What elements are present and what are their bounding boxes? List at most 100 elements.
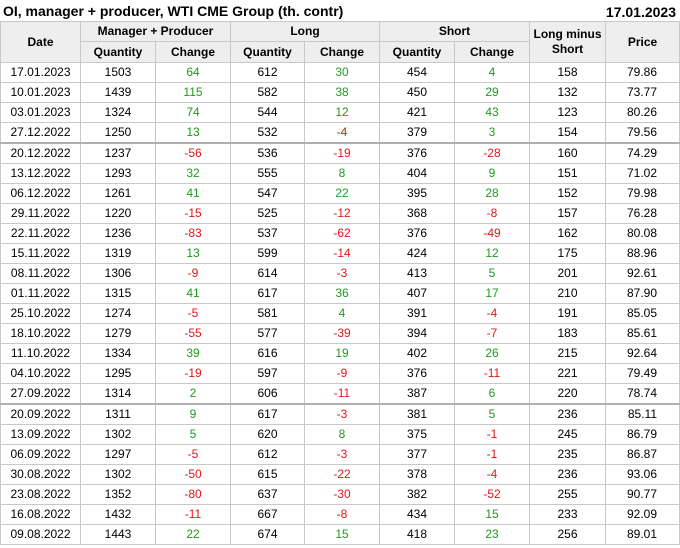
cell-mp-quantity: 1315 xyxy=(80,283,156,304)
cell-short-quantity: 387 xyxy=(379,383,456,405)
cell-short-change: 4 xyxy=(454,62,531,83)
header-short-change: Change xyxy=(454,41,531,63)
cell-long-change: 8 xyxy=(303,163,381,184)
cell-long-minus-short: 191 xyxy=(529,303,607,324)
cell-short-change: -1 xyxy=(454,444,531,465)
table-body: 17.01.2023 1503 64 612 30 454 4 158 79.86 10.01.2… xyxy=(0,62,680,545)
cell-long-change: -3 xyxy=(303,263,381,284)
table-row: 18.10.2022 1279 -55 577 -39 394 -7 183 85.61 xyxy=(0,323,680,344)
cell-short-quantity: 407 xyxy=(379,283,456,304)
cell-mp-quantity: 1274 xyxy=(80,303,156,324)
table-row: 30.08.2022 1302 -50 615 -22 378 -4 236 93.06 xyxy=(0,464,680,485)
table-row: 16.08.2022 1432 -11 667 -8 434 15 233 92.09 xyxy=(0,504,680,525)
cell-mp-change: -15 xyxy=(155,203,231,224)
cell-mp-quantity: 1295 xyxy=(80,363,156,384)
table-row: 06.09.2022 1297 -5 612 -3 377 -1 235 86.87 xyxy=(0,444,680,465)
cell-short-quantity: 382 xyxy=(379,484,456,505)
cell-price: 87.90 xyxy=(605,283,680,304)
cell-price: 78.74 xyxy=(605,383,680,405)
cell-price: 85.05 xyxy=(605,303,680,324)
cell-price: 89.01 xyxy=(605,524,680,545)
cell-long-minus-short: 201 xyxy=(529,263,607,284)
cell-long-change: -12 xyxy=(303,203,381,224)
cell-price: 93.06 xyxy=(605,464,680,485)
cell-short-quantity: 368 xyxy=(379,203,456,224)
cell-long-minus-short: 154 xyxy=(529,122,607,144)
cell-price: 92.61 xyxy=(605,263,680,284)
cell-long-quantity: 612 xyxy=(230,62,305,83)
cell-short-change: 5 xyxy=(454,403,531,425)
header-long-quantity: Quantity xyxy=(230,41,305,63)
table-row: 20.09.2022 1311 9 617 -3 381 5 236 85.11 xyxy=(0,403,680,425)
cell-long-minus-short: 235 xyxy=(529,444,607,465)
cell-mp-change: -11 xyxy=(155,504,231,525)
cell-short-change: 23 xyxy=(454,524,531,545)
cell-mp-quantity: 1503 xyxy=(80,62,156,83)
table-row: 17.01.2023 1503 64 612 30 454 4 158 79.86 xyxy=(0,62,680,83)
table-row: 20.12.2022 1237 -56 536 -19 376 -28 160 74.29 xyxy=(0,142,680,164)
table-row: 11.10.2022 1334 39 616 19 402 26 215 92.64 xyxy=(0,343,680,364)
positions-table: Date Manager + Producer Long Short Long … xyxy=(0,21,680,545)
cell-price: 74.29 xyxy=(605,142,680,164)
table-row: 10.01.2023 1439 115 582 38 450 29 132 73.77 xyxy=(0,82,680,103)
cell-long-quantity: 555 xyxy=(230,163,305,184)
cell-long-change: 22 xyxy=(303,183,381,204)
cell-date: 23.08.2022 xyxy=(0,484,81,505)
cell-long-minus-short: 221 xyxy=(529,363,607,384)
cell-long-minus-short: 215 xyxy=(529,343,607,364)
cell-mp-quantity: 1432 xyxy=(80,504,156,525)
cell-long-quantity: 674 xyxy=(230,524,305,545)
cell-short-quantity: 375 xyxy=(379,424,456,445)
cell-short-quantity: 418 xyxy=(379,524,456,545)
cell-date: 30.08.2022 xyxy=(0,464,81,485)
header-long-change: Change xyxy=(303,41,381,63)
cell-long-change: 15 xyxy=(303,524,381,545)
cell-long-quantity: 606 xyxy=(230,383,305,405)
cell-long-quantity: 667 xyxy=(230,504,305,525)
cell-long-change: 19 xyxy=(303,343,381,364)
table-row: 06.12.2022 1261 41 547 22 395 28 152 79.98 xyxy=(0,183,680,204)
page-title: OI, manager + producer, WTI CME Group (t… xyxy=(3,3,344,19)
cell-short-quantity: 376 xyxy=(379,142,456,164)
cell-date: 10.01.2023 xyxy=(0,82,81,103)
cell-short-quantity: 391 xyxy=(379,303,456,324)
title-bar: OI, manager + producer, WTI CME Group (t… xyxy=(0,0,680,22)
cell-long-change: 8 xyxy=(303,424,381,445)
cell-price: 80.26 xyxy=(605,102,680,123)
cell-mp-change: 41 xyxy=(155,183,231,204)
cell-long-quantity: 616 xyxy=(230,343,305,364)
cell-long-change: -8 xyxy=(303,504,381,525)
cell-price: 79.86 xyxy=(605,62,680,83)
cell-long-change: -62 xyxy=(303,223,381,244)
cell-short-change: -52 xyxy=(454,484,531,505)
cell-mp-change: 5 xyxy=(155,424,231,445)
cell-price: 79.49 xyxy=(605,363,680,384)
table-row: 03.01.2023 1324 74 544 12 421 43 123 80.26 xyxy=(0,102,680,123)
cell-short-change: 17 xyxy=(454,283,531,304)
cell-price: 73.77 xyxy=(605,82,680,103)
cell-long-minus-short: 256 xyxy=(529,524,607,545)
cell-short-change: -49 xyxy=(454,223,531,244)
cell-long-quantity: 617 xyxy=(230,283,305,304)
cell-price: 80.08 xyxy=(605,223,680,244)
cell-date: 08.11.2022 xyxy=(0,263,81,284)
cell-mp-change: -5 xyxy=(155,303,231,324)
cell-mp-change: -5 xyxy=(155,444,231,465)
cell-short-quantity: 434 xyxy=(379,504,456,525)
cell-price: 85.61 xyxy=(605,323,680,344)
cell-long-quantity: 599 xyxy=(230,243,305,264)
cell-short-quantity: 421 xyxy=(379,102,456,123)
header-date: Date xyxy=(0,21,81,63)
table-row: 25.10.2022 1274 -5 581 4 391 -4 191 85.05 xyxy=(0,303,680,324)
table-row: 27.12.2022 1250 13 532 -4 379 3 154 79.56 xyxy=(0,122,680,144)
cell-long-minus-short: 152 xyxy=(529,183,607,204)
cell-long-minus-short: 158 xyxy=(529,62,607,83)
cell-mp-quantity: 1443 xyxy=(80,524,156,545)
cell-price: 85.11 xyxy=(605,403,680,425)
cell-short-quantity: 424 xyxy=(379,243,456,264)
cell-short-change: -4 xyxy=(454,303,531,324)
cell-mp-change: 2 xyxy=(155,383,231,405)
cell-price: 71.02 xyxy=(605,163,680,184)
cell-short-change: 5 xyxy=(454,263,531,284)
header-manager-producer: Manager + Producer xyxy=(80,21,231,42)
